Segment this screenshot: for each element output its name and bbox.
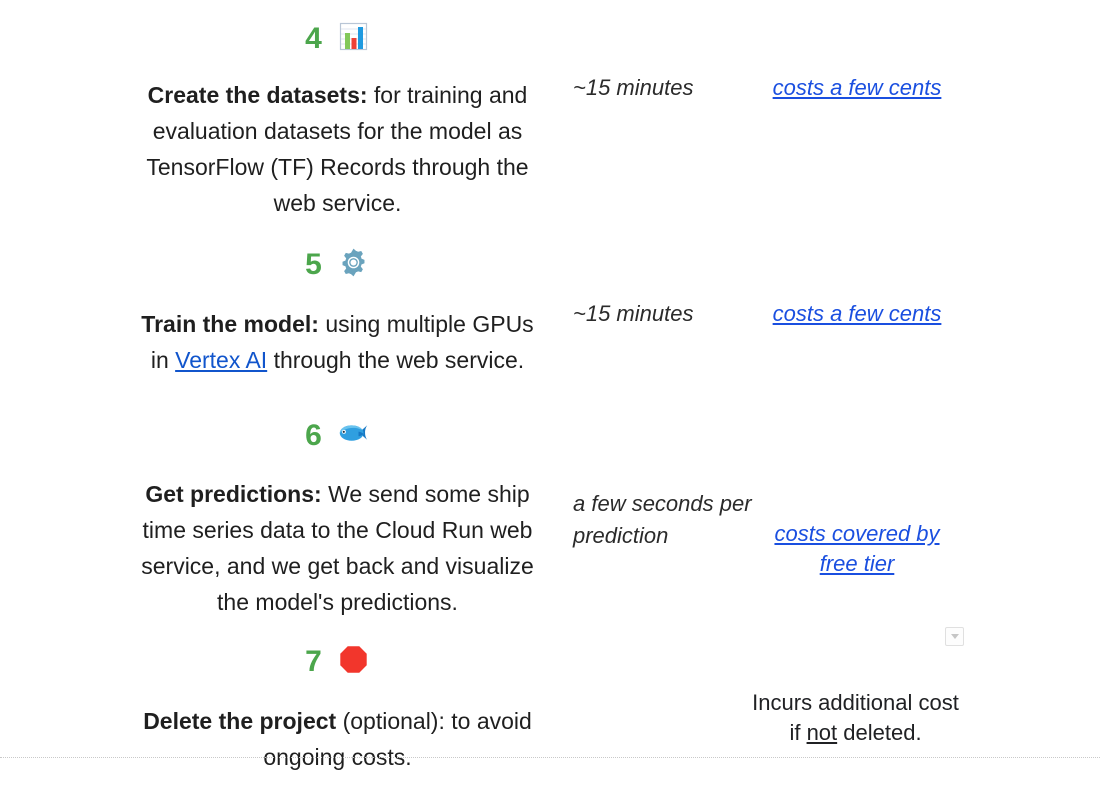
gear-icon [332, 248, 369, 283]
step-7-header: 7 [135, 643, 540, 681]
bar-chart-icon [332, 22, 369, 57]
step-4-cost-link[interactable]: costs a few cents [773, 75, 942, 100]
step-7-note-after: deleted. [837, 720, 922, 745]
step-7-note-emphasis: not [806, 720, 838, 745]
step-5-cost: costs a few cents [762, 299, 952, 329]
step-7-cost-note: Incurs additional cost if not deleted. [748, 688, 963, 748]
step-6-cost: costs covered by free tier [762, 519, 952, 579]
chevron-down-icon[interactable] [945, 627, 964, 646]
step-5-number: 5 [305, 248, 323, 281]
fish-icon [332, 425, 369, 454]
step-6-duration: a few seconds per prediction [573, 491, 752, 548]
step-5-cost-link[interactable]: costs a few cents [773, 301, 942, 326]
stop-sign-icon [332, 646, 369, 680]
step-7-number: 7 [305, 645, 323, 678]
step-6-cost-link[interactable]: costs covered by free tier [774, 521, 939, 576]
step-7-title: Delete the project [143, 708, 337, 734]
step-7-description: Delete the project (optional): to avoid … [135, 703, 540, 775]
step-5-description: Train the model: using multiple GPUs in … [135, 306, 540, 378]
step-4-cost: costs a few cents [762, 73, 952, 103]
step-4-number: 4 [305, 22, 323, 55]
caret-glyph [950, 634, 959, 639]
document-page: 4 Create the datasets: for training and [0, 0, 1100, 796]
step-5-title: Train the model: [141, 311, 319, 337]
step-6-title: Get predictions: [145, 481, 322, 507]
step-6-number: 6 [305, 419, 323, 452]
step-6-description: Get predictions: We send some ship time … [135, 476, 540, 620]
step-5-duration: ~15 minutes [573, 301, 694, 326]
step-6-header: 6 [135, 417, 540, 455]
page-break-divider [0, 757, 1100, 758]
step-5-header: 5 [135, 246, 540, 284]
vertex-ai-link[interactable]: Vertex AI [175, 347, 267, 373]
step-4-description: Create the datasets: for training and ev… [135, 77, 540, 221]
step-4-header: 4 [135, 20, 540, 58]
step-5-body-after: through the web service. [267, 347, 525, 373]
step-4-title: Create the datasets: [147, 82, 368, 108]
step-4-duration: ~15 minutes [573, 75, 694, 100]
